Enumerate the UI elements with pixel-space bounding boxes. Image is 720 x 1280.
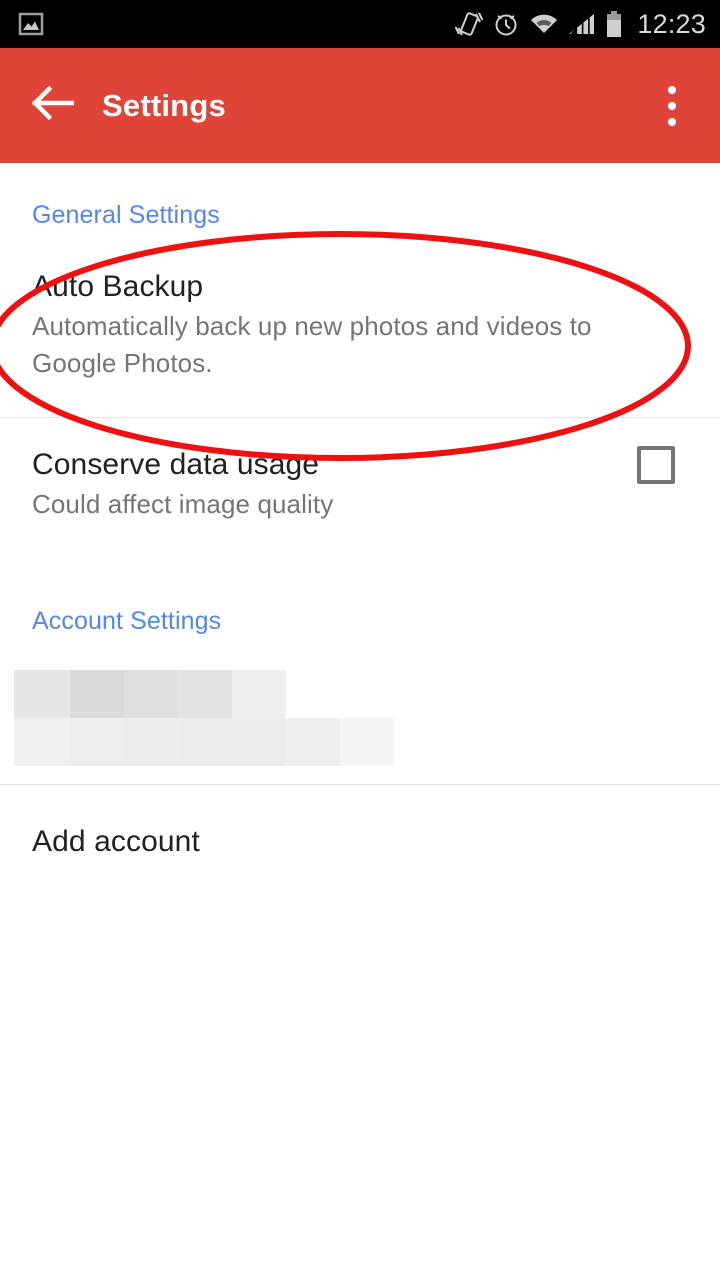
list-item-title: Add account [32, 825, 200, 858]
redacted-cell [70, 670, 124, 718]
redacted-account-block [14, 670, 394, 766]
section-header-account-settings: Account Settings [32, 607, 222, 635]
redacted-cell [340, 718, 394, 766]
redacted-cell [14, 670, 70, 718]
list-item-title: Auto Backup [32, 270, 204, 303]
status-bar-clock: 12:23 [637, 8, 706, 39]
redacted-cell [124, 718, 178, 766]
app-bar: Settings [0, 48, 720, 163]
list-item-add-account[interactable]: Add account [0, 785, 720, 861]
settings-content: General Settings Auto Backup Automatical… [0, 163, 720, 1280]
list-item-account-redacted[interactable] [0, 670, 720, 766]
redacted-cell [14, 718, 70, 766]
gallery-photo-icon [18, 12, 44, 36]
overflow-dot [668, 85, 676, 94]
redacted-cell [178, 718, 232, 766]
back-button[interactable] [31, 80, 84, 132]
conserve-data-usage-checkbox[interactable] [637, 446, 675, 484]
wifi-icon [529, 12, 559, 36]
redacted-cell [232, 718, 286, 766]
vibrate-icon [455, 10, 484, 38]
section-header-general-settings: General Settings [32, 201, 220, 229]
arrow-left-icon [31, 85, 75, 125]
alarm-clock-icon [492, 10, 520, 38]
redacted-cell [124, 670, 178, 718]
list-item-subtitle: Could affect image quality [32, 489, 334, 519]
redacted-cell [232, 670, 286, 718]
page-title: Settings [102, 87, 226, 123]
list-item-subtitle: Automatically back up new photos and vid… [32, 311, 592, 378]
redacted-cell [178, 670, 232, 718]
redacted-cell [70, 718, 124, 766]
status-bar-right-icons: 12:23 [455, 9, 706, 40]
overflow-dot [668, 101, 676, 110]
more-vertical-icon[interactable] [648, 76, 696, 136]
list-item-conserve-data-usage[interactable]: Conserve data usage Could affect image q… [0, 418, 720, 549]
status-bar-left-icons [18, 12, 44, 36]
status-bar[interactable]: 12:23 [0, 0, 720, 48]
overflow-dot [668, 117, 676, 126]
redacted-cell [286, 718, 340, 766]
list-item-title: Conserve data usage [32, 448, 320, 481]
cellular-signal-icon [568, 12, 596, 36]
battery-icon [605, 10, 623, 38]
list-item-auto-backup[interactable]: Auto Backup Automatically back up new ph… [0, 268, 720, 382]
